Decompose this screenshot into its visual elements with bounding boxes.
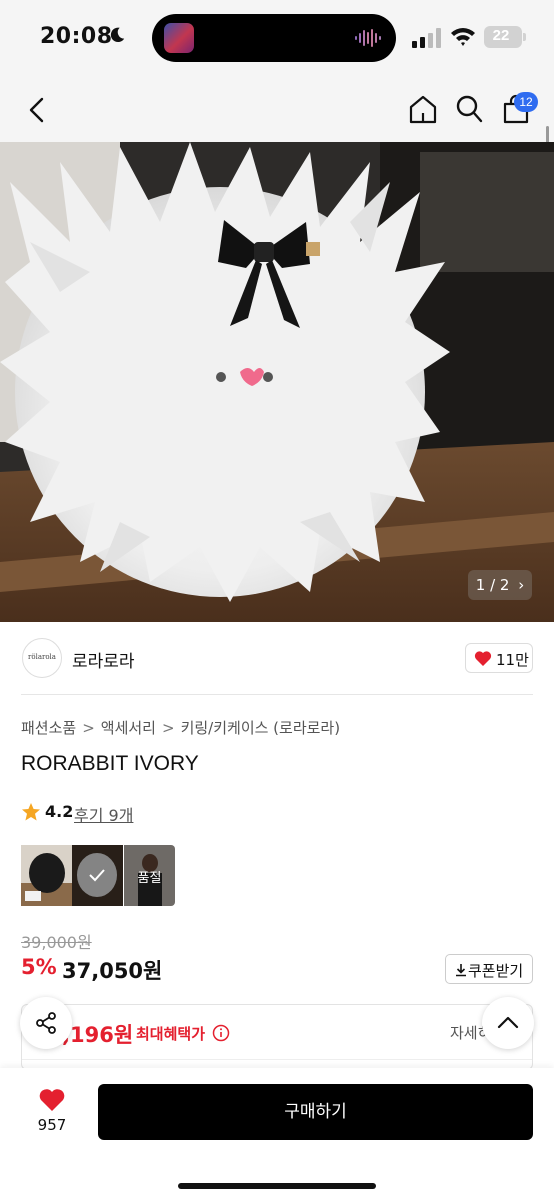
- option-thumbnail-selected[interactable]: [72, 845, 123, 906]
- brand-name[interactable]: 로라로라: [72, 647, 135, 672]
- bottom-action-bar: 957 구매하기: [0, 1068, 554, 1200]
- battery-cap: [523, 33, 526, 41]
- original-price: 39,000원: [21, 933, 92, 952]
- max-benefit-price: ,196원: [62, 1023, 134, 1047]
- coupon-button[interactable]: 쿠폰받기: [445, 954, 533, 984]
- status-bar: 20:08 22: [0, 0, 554, 78]
- breadcrumb-item[interactable]: 패션소품: [21, 719, 76, 737]
- wish-count: 957: [37, 1116, 67, 1134]
- now-playing-artwork: [164, 23, 194, 53]
- star-icon: [22, 803, 40, 821]
- chevron-right-icon: >: [82, 719, 95, 737]
- share-icon: [36, 1012, 56, 1034]
- coupon-label: 쿠폰받기: [468, 962, 524, 980]
- max-benefit-label: 최대혜택가: [136, 1025, 206, 1043]
- brand-like-button[interactable]: 11만: [465, 643, 533, 673]
- cart-count-badge: 12: [514, 92, 538, 112]
- info-icon[interactable]: [212, 1024, 230, 1042]
- battery-icon: 22: [484, 26, 522, 48]
- sale-price: 37,050원: [62, 959, 163, 983]
- brand-logo[interactable]: rölarola: [22, 638, 62, 678]
- brand-like-count: 11만: [496, 651, 529, 669]
- back-arrow-icon[interactable]: [24, 96, 50, 124]
- moon-icon: [110, 27, 125, 43]
- option-thumbnail[interactable]: [21, 845, 72, 906]
- audio-wave-icon: [355, 29, 381, 47]
- download-icon: [456, 964, 466, 977]
- status-time: 20:08: [40, 24, 113, 49]
- review-link[interactable]: 후기 9개: [74, 802, 133, 826]
- heart-icon: [474, 651, 492, 666]
- product-photo: [0, 142, 554, 622]
- home-icon[interactable]: [408, 94, 438, 124]
- chevron-up-icon: [497, 1016, 519, 1029]
- option-thumbnail-soldout[interactable]: 품절: [124, 845, 175, 906]
- option-thumbnail-image: [21, 845, 72, 906]
- breadcrumb-item[interactable]: 키링/키케이스 (로라로라): [181, 719, 341, 737]
- product-title: RORABBIT IVORY: [21, 752, 199, 775]
- share-button[interactable]: [20, 997, 72, 1049]
- image-counter[interactable]: 1 / 2 ›: [468, 570, 532, 600]
- search-icon[interactable]: [455, 94, 483, 124]
- product-image[interactable]: [0, 142, 554, 622]
- check-icon: [89, 869, 105, 882]
- heart-icon[interactable]: [38, 1088, 66, 1112]
- battery-level: 22: [492, 27, 510, 44]
- home-indicator[interactable]: [178, 1183, 376, 1189]
- chevron-right-icon: >: [161, 719, 175, 737]
- soldout-label: 품절: [137, 871, 162, 886]
- breadcrumb: 패션소품 > 액세서리 > 키링/키케이스 (로라로라): [21, 717, 340, 738]
- scroll-top-button[interactable]: [482, 997, 534, 1049]
- chevron-right-icon: ›: [518, 576, 525, 594]
- divider: [21, 694, 533, 695]
- signal-icon: [412, 28, 441, 48]
- app-header: [0, 78, 554, 142]
- discount-rate: 5%: [21, 955, 57, 979]
- dynamic-island[interactable]: [152, 14, 396, 62]
- brand-logo-text: rölarola: [28, 653, 56, 661]
- max-benefit-box[interactable]: ,196원 최대혜택가 자세히: [21, 1004, 533, 1070]
- image-counter-text: 1 / 2: [475, 576, 510, 594]
- wifi-icon: [451, 28, 475, 46]
- divider: [22, 1059, 532, 1060]
- breadcrumb-item[interactable]: 액세서리: [101, 719, 156, 737]
- rating-value: 4.2: [45, 802, 74, 821]
- buy-button[interactable]: 구매하기: [98, 1084, 533, 1140]
